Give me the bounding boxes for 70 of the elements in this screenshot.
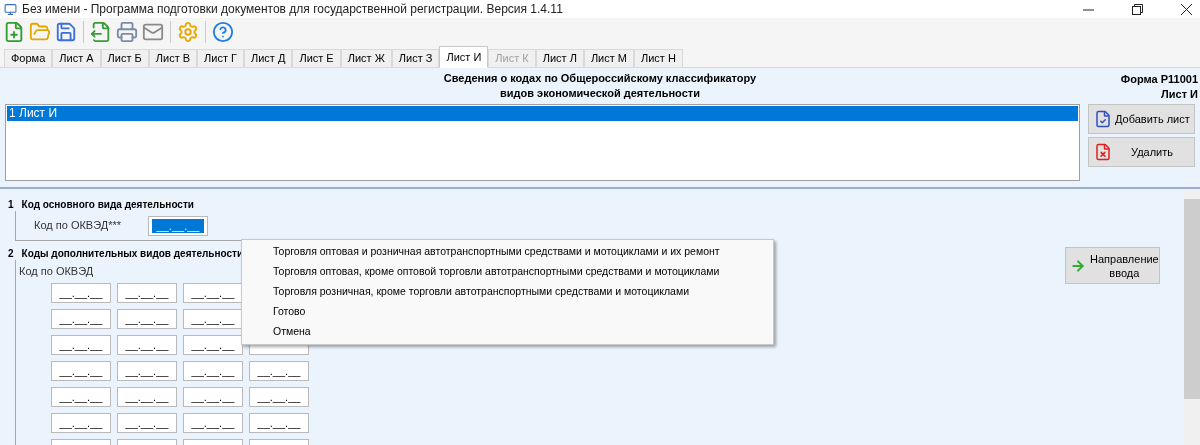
folder-icon[interactable]: [29, 21, 51, 43]
sheet-tab[interactable]: Лист Г: [197, 49, 244, 68]
section-number: 1: [8, 197, 14, 212]
sheet-tab[interactable]: Лист Л: [535, 49, 584, 68]
code-field[interactable]: __.__.__: [117, 283, 177, 303]
document-x-icon: [1094, 143, 1112, 161]
sheet-tab[interactable]: Лист Ж: [340, 49, 392, 68]
sheet-tab[interactable]: Лист Б: [100, 49, 149, 68]
code-field[interactable]: __.__.__: [117, 335, 177, 355]
mail-icon[interactable]: [142, 21, 164, 43]
sheet-tab[interactable]: Лист Е: [292, 49, 341, 68]
section-title: Коды дополнительных видов деятельности: [21, 246, 244, 261]
menu-item[interactable]: Торговля оптовая, кроме оптовой торговли автотранспортными средствами и мотоциклами: [273, 262, 773, 282]
add-sheet-button[interactable]: Добавить лист: [1088, 104, 1195, 134]
code-field[interactable]: __.__.__: [117, 309, 177, 329]
document-check-icon: [1094, 110, 1112, 128]
sheet-tab[interactable]: Лист И: [439, 46, 489, 68]
code-field[interactable]: __.__.__: [249, 387, 309, 407]
menu-item[interactable]: Торговля розничная, кроме торговли автотранспортными средствами и мотоциклами: [273, 282, 773, 302]
sheet-tab[interactable]: Форма: [4, 49, 53, 68]
code-field[interactable]: __.__.__: [51, 361, 111, 381]
sheet-tab[interactable]: Лист А: [52, 49, 101, 68]
menu-item[interactable]: Торговля оптовая и розничная автотранспортными средствами и мотоциклами и их ремонт: [273, 242, 773, 262]
code-field[interactable]: __.__.__: [51, 387, 111, 407]
sheet-list-item[interactable]: 1 Лист И: [7, 106, 1078, 121]
code-field[interactable]: __.__.__: [183, 283, 243, 303]
code-field[interactable]: __.__.__: [117, 361, 177, 381]
sheet-tab[interactable]: Лист В: [148, 49, 198, 68]
code-field[interactable]: __.__.__: [148, 215, 209, 236]
printer-icon[interactable]: [116, 21, 138, 43]
menu-item[interactable]: Отмена: [273, 322, 773, 342]
code-field[interactable]: __.__.__: [183, 387, 243, 407]
help-icon[interactable]: [212, 21, 234, 43]
code-field[interactable]: __.__.__: [51, 335, 111, 355]
code-field[interactable]: __.__.__: [117, 413, 177, 433]
field-label: Код по ОКВЭД***: [34, 218, 122, 234]
export-icon[interactable]: [90, 21, 112, 43]
code-field[interactable]: __.__.__: [51, 413, 111, 433]
close-icon[interactable]: [1181, 3, 1192, 15]
field-label: Код по ОКВЭД: [19, 265, 94, 278]
scrollbar[interactable]: [1184, 189, 1200, 445]
menu-item[interactable]: Готово: [273, 302, 773, 322]
section-heading: видов экономической деятельности: [500, 86, 700, 101]
form-label: Форма Р11001: [1120, 72, 1198, 87]
section-title: Код основного вида деятельности: [21, 197, 194, 212]
section-number: 2: [8, 246, 14, 261]
form-label: Лист И: [1161, 87, 1198, 102]
code-field[interactable]: __.__.__: [183, 413, 243, 433]
code-field[interactable]: __.__.__: [183, 335, 243, 355]
code-field[interactable]: __.__.__: [249, 361, 309, 381]
window-title: Без имени - Программа подготовки документов для государственной регистрации. Версия 1.4.11: [22, 1, 563, 18]
code-field[interactable]: __.__.__: [117, 387, 177, 407]
code-field[interactable]: __.__.__: [183, 361, 243, 381]
input-direction-button[interactable]: Направление ввода: [1065, 247, 1160, 284]
app-icon: [4, 2, 17, 16]
delete-button[interactable]: Удалить: [1088, 137, 1195, 167]
sheet-tab[interactable]: Лист М: [583, 49, 634, 68]
arrow-right-icon: [1070, 257, 1086, 274]
code-field[interactable]: __.__.__: [51, 309, 111, 329]
save-icon[interactable]: [55, 21, 77, 43]
sheet-tab[interactable]: Лист З: [391, 49, 440, 68]
section-heading: Сведения о кодах по Общероссийскому классификатору: [443, 71, 757, 86]
settings-icon[interactable]: [177, 21, 199, 43]
restore-icon[interactable]: [1132, 3, 1143, 15]
sheet-tab[interactable]: Лист Д: [244, 49, 293, 68]
code-field[interactable]: __.__.__: [51, 283, 111, 303]
sheet-tab[interactable]: Лист Н: [634, 49, 683, 68]
new-file-icon[interactable]: [3, 21, 25, 43]
code-field[interactable]: __.__.__: [183, 309, 243, 329]
code-field[interactable]: __.__.__: [249, 413, 309, 433]
